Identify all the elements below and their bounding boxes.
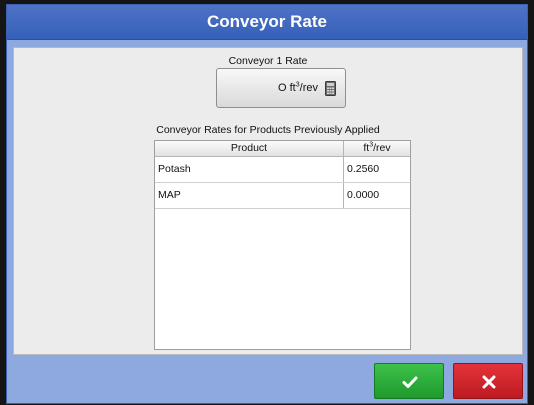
ok-button[interactable] xyxy=(374,363,444,399)
table-header: Product ft3/rev xyxy=(155,141,410,157)
product-rate-table: Product ft3/rev Potash 0.2560 MAP 0.0000 xyxy=(154,140,411,350)
conveyor-rate-input-button[interactable]: O ft3/rev xyxy=(216,68,346,108)
table-row[interactable]: Potash 0.2560 xyxy=(155,157,410,183)
checkmark-icon xyxy=(402,376,418,388)
x-icon xyxy=(482,375,496,389)
conveyor-rate-value: O ft3/rev xyxy=(278,81,318,94)
conveyor-rate-dialog: Conveyor Rate Conveyor 1 Rate O ft3/rev xyxy=(6,4,528,404)
history-label: Conveyor Rates for Products Previously A… xyxy=(156,124,380,136)
product-cell: MAP xyxy=(155,183,344,208)
conveyor-rate-label: Conveyor 1 Rate xyxy=(228,55,308,67)
rate-cell: 0.0000 xyxy=(347,189,380,201)
column-rate: ft3/rev xyxy=(363,141,391,155)
product-cell: Potash xyxy=(155,157,344,182)
rate-cell: 0.2560 xyxy=(347,163,380,175)
calculator-icon xyxy=(325,81,336,96)
cancel-button[interactable] xyxy=(453,363,523,399)
table-row[interactable]: MAP 0.0000 xyxy=(155,183,410,209)
dialog-title: Conveyor Rate xyxy=(7,5,527,40)
dialog-content: Conveyor 1 Rate O ft3/rev Conveyor Rates xyxy=(13,47,523,355)
column-product: Product xyxy=(155,141,344,156)
